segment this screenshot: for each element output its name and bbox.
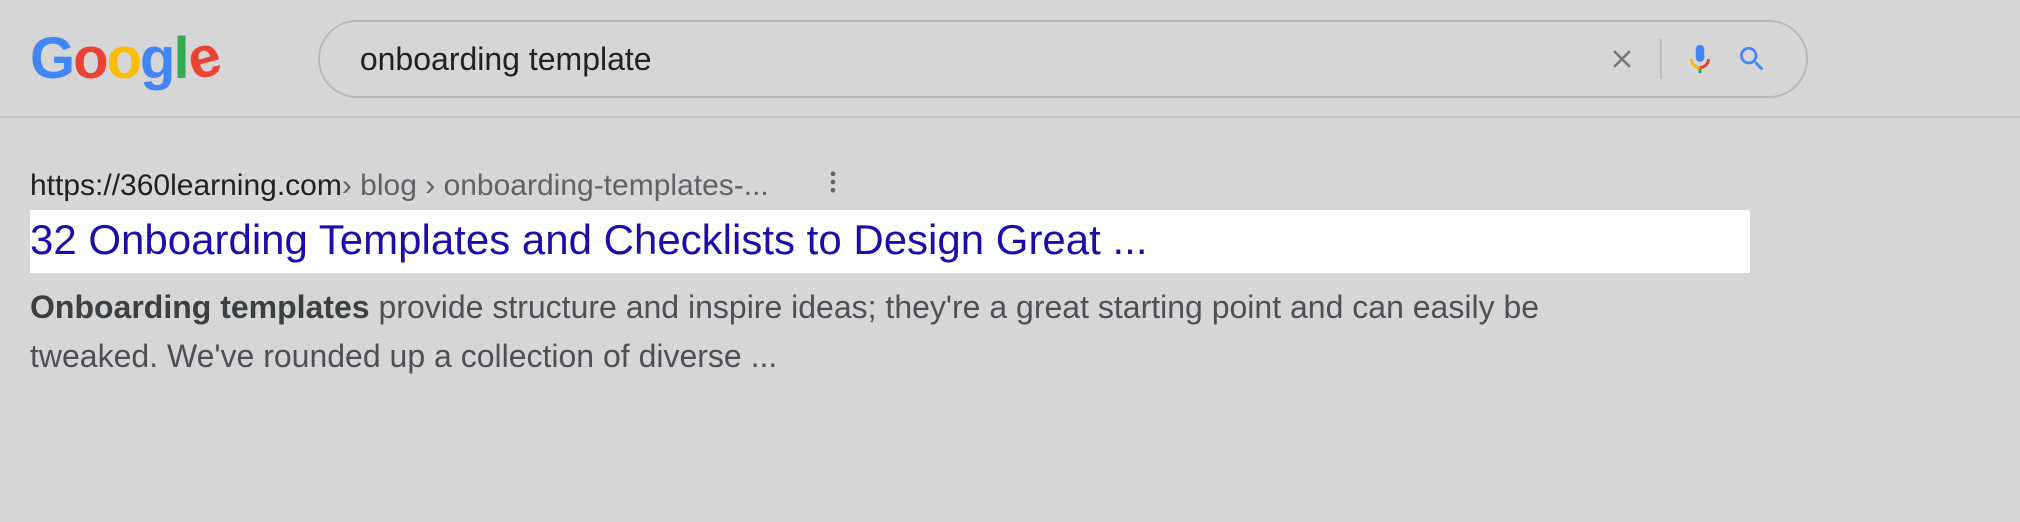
logo-char: o [73, 30, 106, 88]
search-input[interactable] [358, 40, 1596, 79]
result-snippet: Onboarding templates provide structure a… [30, 283, 1640, 382]
search-box [318, 20, 1808, 98]
clear-button[interactable] [1596, 33, 1648, 85]
search-button[interactable] [1726, 33, 1778, 85]
separator [1660, 39, 1662, 79]
snippet-bold: Onboarding templates [30, 289, 370, 325]
logo-char: G [30, 30, 73, 88]
search-result: https://360learning.com › blog › onboard… [0, 118, 2020, 382]
microphone-icon [1683, 42, 1717, 76]
search-icon [1736, 43, 1768, 75]
close-icon [1607, 44, 1637, 74]
result-title-link[interactable]: 32 Onboarding Templates and Checklists t… [30, 216, 1148, 263]
result-url[interactable]: https://360learning.com › blog › onboard… [30, 168, 1990, 204]
search-header: Google [0, 0, 2020, 118]
voice-search-button[interactable] [1674, 33, 1726, 85]
logo-char: g [140, 30, 173, 88]
result-title-highlight: 32 Onboarding Templates and Checklists t… [30, 210, 1750, 273]
result-options-button[interactable] [819, 168, 847, 204]
result-url-domain: https://360learning.com [30, 169, 342, 203]
kebab-icon [819, 168, 847, 196]
result-url-path: › blog › onboarding-templates-... [342, 169, 769, 203]
google-logo[interactable]: Google [30, 30, 218, 88]
logo-char: o [107, 30, 140, 88]
